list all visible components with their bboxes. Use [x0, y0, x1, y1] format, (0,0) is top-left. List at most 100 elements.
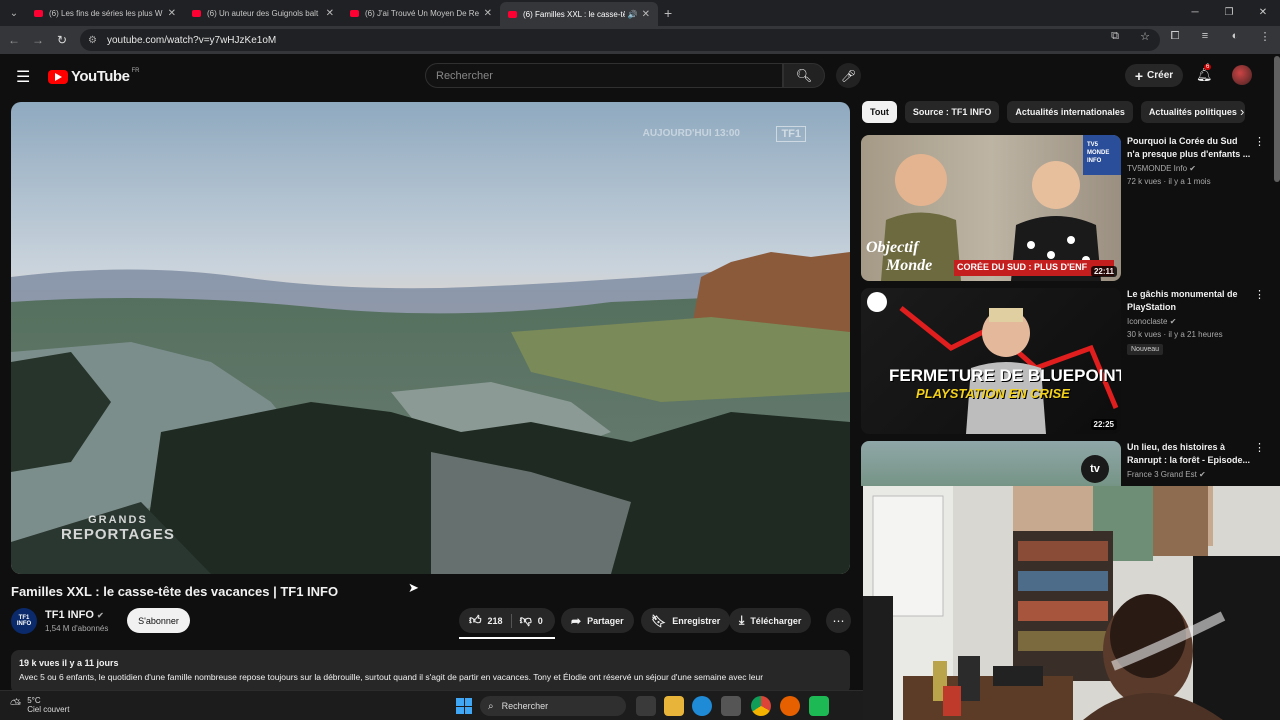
share-button[interactable]: ➦ Partager — [561, 608, 634, 633]
search-icon: ⌕ — [488, 700, 494, 712]
plus-icon: + — [1134, 67, 1144, 84]
save-button[interactable]: 🔖︎ Enregistrer — [641, 608, 731, 633]
thumbs-up-icon[interactable]: 👍︎ — [469, 613, 482, 628]
chip-source[interactable]: Source : TF1 INFO — [904, 101, 1000, 123]
video-player[interactable]: AUJOURD'HUI 13:00 TF1 GRANDS REPORTAGES — [11, 102, 850, 574]
video-thumbnail[interactable]: tv — [861, 441, 1121, 486]
search-button[interactable]: 🔍︎ — [783, 63, 825, 88]
youtube-logo[interactable]: YouTube FR — [48, 68, 139, 85]
tab-close-icon[interactable]: ✕ — [326, 8, 334, 19]
browser-tab-1[interactable]: (6) Les fins de séries les plus W ✕ — [26, 2, 184, 24]
chrome-icon[interactable] — [751, 696, 771, 716]
more-options-icon[interactable]: ⋮ — [1254, 441, 1261, 454]
profile-icon[interactable]: ◐ — [1220, 30, 1250, 43]
more-options-icon[interactable]: ⋮ — [1254, 135, 1265, 148]
taskbar-search-box[interactable]: ⌕ Rechercher — [480, 696, 626, 716]
channel-avatar[interactable]: TF1 INFO — [11, 608, 37, 634]
close-window-icon[interactable]: ✕ — [1246, 7, 1280, 18]
thumb-logo: TV5 MONDE INFO — [1087, 142, 1110, 164]
verified-check-icon: ✔ — [96, 611, 104, 620]
channel-text: Iconoclaste — [1127, 317, 1168, 326]
recommendation-title[interactable]: Le gâchis monumental de PlayStation — [1127, 288, 1251, 314]
tab-search-chevron-icon[interactable]: ⌄ — [2, 3, 26, 23]
page-scrollbar[interactable] — [1274, 56, 1280, 182]
filter-chips: Tout Source : TF1 INFO Actualités intern… — [862, 101, 1253, 123]
chip-international-news[interactable]: Actualités internationales — [1007, 101, 1133, 123]
forward-arrow-icon[interactable]: → — [26, 33, 50, 47]
chip-political-news[interactable]: Actualités politiques — [1140, 101, 1245, 123]
tab-groups-icon[interactable]: ≡ — [1190, 30, 1220, 43]
firefox-icon[interactable] — [780, 696, 800, 716]
maximize-icon[interactable]: ❐ — [1212, 7, 1246, 18]
youtube-favicon-icon — [34, 9, 43, 17]
recommendation-channel[interactable]: Iconoclaste ✔ — [1127, 317, 1176, 326]
thumbnail-art — [867, 292, 1119, 434]
video-thumbnail[interactable]: TV5 MONDE INFO Objectif Monde CORÉE DU S… — [861, 135, 1121, 281]
tab-close-icon[interactable]: ✕ — [642, 9, 650, 20]
new-tab-plus-icon[interactable]: + — [664, 5, 672, 21]
extensions-icon[interactable]: ⧠ — [1160, 30, 1190, 43]
browser-toolbar-icons: ⧉ ☆ ⧠ ≡ ◐ ⋮ — [1100, 30, 1280, 43]
like-count[interactable]: 218 — [488, 616, 503, 626]
verified-check-icon: ✔ — [1189, 164, 1196, 173]
more-actions-icon[interactable]: ⋯ — [826, 608, 851, 633]
thumb-logo: tv — [1081, 455, 1109, 483]
browser-menu-icon[interactable]: ⋮ — [1250, 30, 1280, 43]
channel-name[interactable]: TF1 INFO ✔ — [45, 609, 104, 621]
youtube-favicon-icon — [350, 9, 359, 17]
browser-tab-2[interactable]: (6) Un auteur des Guignols balt ✕ — [184, 2, 342, 24]
task-view-icon[interactable] — [636, 696, 656, 716]
voice-search-mic-icon[interactable]: 🎤︎ — [836, 63, 861, 88]
tab-title: (6) Familles XXL : le casse-tê — [523, 9, 625, 19]
thumbs-down-icon[interactable]: 👎︎ — [520, 613, 532, 628]
tab-close-icon[interactable]: ✕ — [168, 8, 176, 19]
create-button[interactable]: + Créer — [1125, 64, 1183, 87]
file-explorer-icon[interactable] — [664, 696, 684, 716]
back-arrow-icon[interactable]: ← — [2, 33, 26, 47]
reload-icon[interactable]: ↻ — [50, 33, 74, 47]
region-code: FR — [131, 68, 140, 74]
search-input[interactable]: Rechercher — [425, 63, 783, 88]
recommendation-item[interactable]: TV5 MONDE INFO Objectif Monde CORÉE DU S… — [861, 135, 1265, 281]
recommendation-channel[interactable]: France 3 Grand Est ✔ — [1127, 470, 1206, 479]
dislike-count[interactable]: 0 — [538, 616, 543, 626]
browser-tab-4-active[interactable]: (6) Familles XXL : le casse-tê 🔊 ✕ — [500, 2, 658, 26]
download-button[interactable]: ⤓ Télécharger — [729, 608, 812, 633]
youtube-favicon-icon — [508, 10, 517, 18]
cast-icon[interactable]: ⧉ — [1100, 30, 1130, 43]
recommendation-title[interactable]: Pourquoi la Corée du Sud n'a presque plu… — [1127, 135, 1251, 161]
bookmark-star-icon[interactable]: ☆ — [1130, 30, 1160, 43]
recommendation-item[interactable]: FERMETURE DE BLUEPOINT PLAYSTATION EN CR… — [861, 288, 1265, 434]
url-text: youtube.com/watch?v=y7wHJzKe1oM — [106, 34, 277, 46]
browser-tab-3[interactable]: (6) J'ai Trouvé Un Moyen De Re ✕ — [342, 2, 500, 24]
tab-close-icon[interactable]: ✕ — [484, 8, 492, 19]
edge-browser-icon[interactable] — [692, 696, 712, 716]
weather-widget[interactable]: ⛅︎ 5°C Ciel couvert — [10, 696, 69, 714]
hamburger-menu-icon[interactable]: ☰ — [16, 67, 30, 87]
url-omnibox[interactable]: ⚙ youtube.com/watch?v=y7wHJzKe1oM — [80, 29, 1160, 51]
microsoft-store-icon[interactable] — [721, 696, 741, 716]
download-icon: ⤓ — [739, 613, 745, 627]
recommendation-stats: 30 k vues · il y a 21 heures — [1127, 330, 1223, 339]
description-box[interactable]: 19 k vues il y a 11 jours Avec 5 ou 6 en… — [11, 650, 850, 694]
subscribe-button[interactable]: S'abonner — [127, 608, 190, 633]
subscriber-count: 1,54 M d'abonnés — [45, 624, 109, 633]
create-label: Créer — [1147, 70, 1174, 81]
more-options-icon[interactable]: ⋮ — [1254, 288, 1265, 301]
spotify-icon[interactable] — [809, 696, 829, 716]
recommendation-channel[interactable]: TV5MONDE Info ✔ — [1127, 164, 1196, 173]
video-thumbnail[interactable]: FERMETURE DE BLUEPOINT PLAYSTATION EN CR… — [861, 288, 1121, 434]
notifications-bell-icon[interactable]: 🔔︎ 6 — [1196, 64, 1213, 83]
site-info-icon[interactable]: ⚙ — [88, 35, 97, 46]
minimize-icon[interactable]: ─ — [1178, 7, 1212, 18]
recommendation-item[interactable]: tv Un lieu, des histoires à Ranrupt : la… — [861, 441, 1261, 486]
channel-name-text: TF1 INFO — [45, 609, 94, 621]
recommendation-title[interactable]: Un lieu, des histoires à Ranrupt : la fo… — [1127, 441, 1251, 467]
video-frame-landscape — [11, 102, 850, 574]
chip-all[interactable]: Tout — [862, 101, 897, 123]
speaker-icon[interactable]: 🔊 — [628, 10, 638, 19]
windows-start-icon[interactable] — [456, 698, 472, 714]
like-dislike-group: 👍︎ 218 👎︎ 0 — [459, 608, 555, 633]
account-avatar[interactable] — [1232, 65, 1252, 85]
chevron-right-icon[interactable]: › — [1240, 104, 1244, 119]
